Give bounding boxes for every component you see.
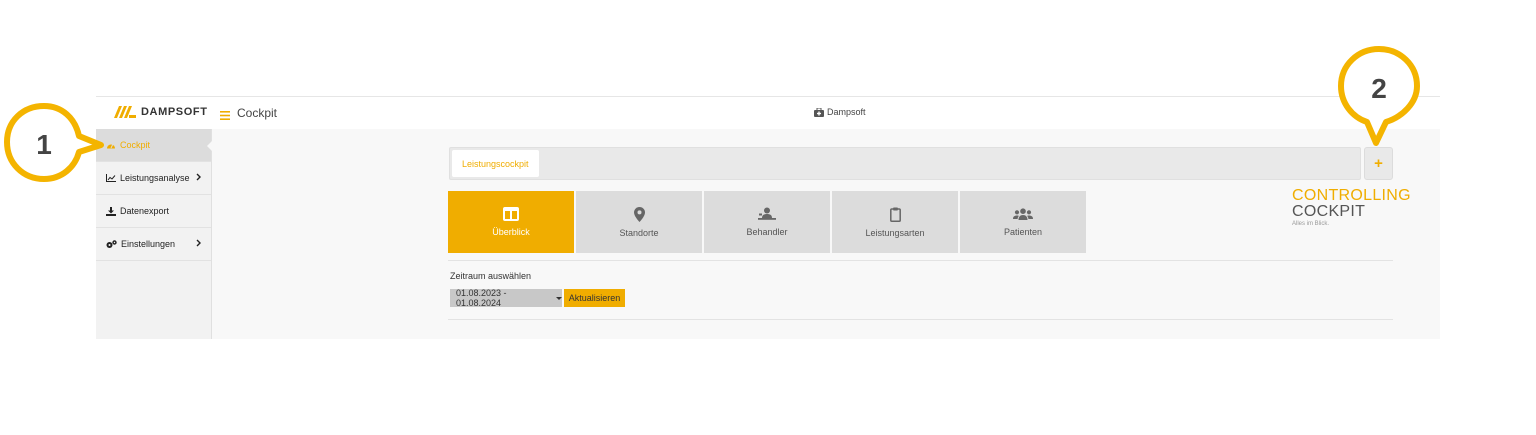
caret-down-icon xyxy=(556,296,562,300)
add-tab-button[interactable]: + xyxy=(1364,147,1393,180)
sidebar-item-label: Einstellungen xyxy=(121,239,176,249)
product-tagline: Alles im Blick. xyxy=(1292,221,1330,227)
period-select[interactable]: 01.08.2023 - 01.08.2024 xyxy=(450,288,562,308)
callout-marker-1: 1 xyxy=(4,103,104,182)
practice-selector[interactable]: Dampsoft xyxy=(814,107,866,117)
active-indicator xyxy=(207,141,212,151)
users-icon xyxy=(1013,207,1033,220)
doctor-icon xyxy=(758,207,776,220)
tile-label: Behandler xyxy=(746,227,788,237)
callout-number: 2 xyxy=(1371,73,1387,104)
page-title: Cockpit xyxy=(237,106,278,120)
chevron-right-icon xyxy=(196,173,201,181)
tab-label: Leistungscockpit xyxy=(462,158,529,169)
chevron-right-icon xyxy=(196,239,201,247)
map-marker-icon xyxy=(633,206,645,222)
add-tab-label: + xyxy=(1374,155,1383,172)
dampsoft-logo[interactable]: DAMPSOFT xyxy=(114,106,208,118)
top-bar: DAMPSOFT Cockpit Dampsoft xyxy=(96,97,1440,129)
tile-label: Standorte xyxy=(619,227,659,238)
refresh-label: Aktualisieren xyxy=(568,293,621,303)
clipboard-icon xyxy=(889,207,901,222)
tile-standorte[interactable]: Standorte xyxy=(576,191,702,253)
tab-bar: Leistungscockpit xyxy=(449,147,1361,180)
tile-label: Leistungsarten xyxy=(865,227,925,238)
sidebar-item-label: Cockpit xyxy=(120,140,151,150)
controlling-cockpit-logo: CONTROLLING COCKPIT Alles im Blick. xyxy=(1292,188,1411,228)
download-icon xyxy=(106,206,116,216)
dampsoft-logo-icon xyxy=(114,106,136,118)
product-name-line1: CONTROLLING xyxy=(1292,187,1411,204)
tile-behandler[interactable]: Behandler xyxy=(704,191,830,253)
tile-patienten[interactable]: Patienten xyxy=(960,191,1086,253)
columns-icon xyxy=(503,207,519,221)
tile-leistungsarten[interactable]: Leistungsarten xyxy=(832,191,958,253)
callout-number: 1 xyxy=(36,129,52,160)
screenshot-root: DAMPSOFT Cockpit Dampsoft Cockpit Leistu… xyxy=(0,0,1536,435)
content-divider xyxy=(448,260,1393,261)
tab-leistungscockpit[interactable]: Leistungscockpit xyxy=(452,150,539,177)
sidebar-item-label: Leistungsanalyse xyxy=(120,173,190,183)
tile-label: Patienten xyxy=(1003,226,1043,237)
sidebar-item-cockpit[interactable]: Cockpit xyxy=(96,129,212,162)
content-divider xyxy=(448,319,1393,320)
callout-marker-2: 2 xyxy=(1338,46,1420,146)
sidebar: Cockpit Leistungsanalyse Datenexport Ein… xyxy=(96,129,212,339)
briefcase-medical-icon xyxy=(814,107,824,117)
category-tiles: Überblick Standorte Behandler Leistungsa… xyxy=(448,191,1086,253)
practice-name: Dampsoft xyxy=(827,107,866,117)
sidebar-item-einstellungen[interactable]: Einstellungen xyxy=(96,228,211,261)
logo-text: DAMPSOFT xyxy=(141,106,208,118)
sidebar-item-leistungsanalyse[interactable]: Leistungsanalyse xyxy=(96,162,211,195)
period-value: 01.08.2023 - 01.08.2024 xyxy=(456,288,507,308)
period-label: Zeitraum auswählen xyxy=(450,271,532,281)
sidebar-item-datenexport[interactable]: Datenexport xyxy=(96,195,211,228)
hamburger-menu-icon[interactable] xyxy=(220,107,230,125)
gears-icon xyxy=(106,239,117,248)
tile-ueberblick[interactable]: Überblick xyxy=(448,191,574,253)
tile-label: Überblick xyxy=(492,227,530,237)
product-name-line2: COCKPIT xyxy=(1292,203,1366,220)
sidebar-item-label: Datenexport xyxy=(120,206,170,216)
refresh-button[interactable]: Aktualisieren xyxy=(564,289,625,307)
